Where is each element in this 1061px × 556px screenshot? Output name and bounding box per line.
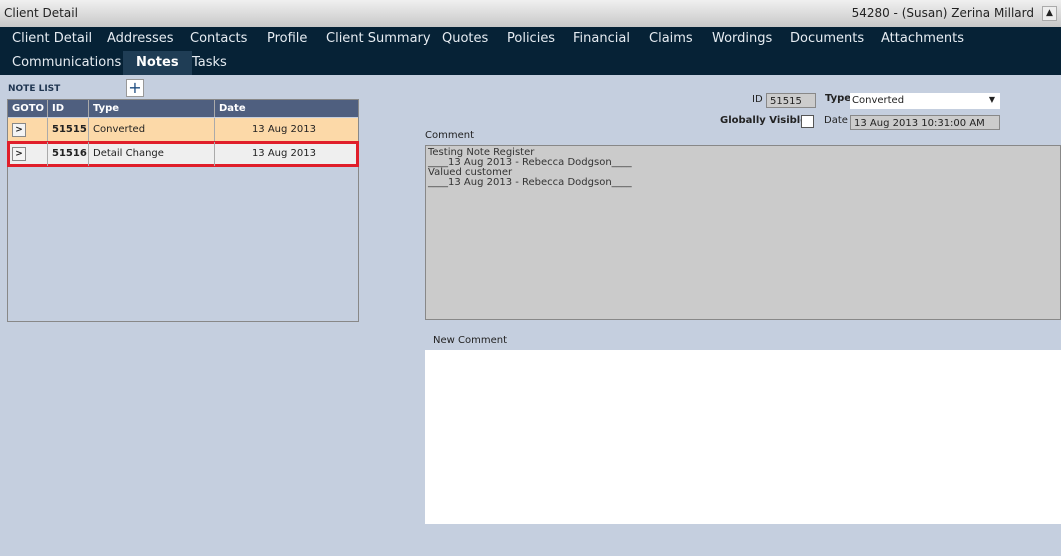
col-goto: GOTO [8,100,48,117]
note-list-label: NOTE LIST [8,84,61,94]
note-date: 13 Aug 2013 [251,148,316,159]
id-label: ID [752,94,763,105]
col-date: Date [219,103,246,114]
new-comment-input[interactable] [425,350,1061,524]
chevron-up-icon[interactable]: ▲ [1042,6,1057,21]
table-row[interactable]: > 51516 Detail Change 13 Aug 2013 [7,141,359,167]
col-id: ID [48,100,89,117]
note-type: Detail Change [89,142,215,166]
tab-quotes[interactable]: Quotes [430,27,500,51]
date-label: Date [824,115,848,126]
comment-line: ____13 Aug 2013 - Rebecca Dodgson____ [428,177,632,188]
tab-attachments[interactable]: Attachments [869,27,976,51]
window-title: Client Detail [4,6,78,20]
col-type: Type [89,100,215,117]
type-label: Type [825,93,852,104]
tab-addresses[interactable]: Addresses [95,27,186,51]
tab-documents[interactable]: Documents [778,27,876,51]
type-value: Converted [852,95,905,106]
goto-button[interactable]: > [12,147,26,161]
tab-bar: Client Detail Addresses Contacts Profile… [0,27,1061,75]
comment-area[interactable]: Testing Note Register ____13 Aug 2013 - … [425,145,1061,320]
globally-visible-checkbox[interactable] [801,115,814,128]
tab-profile[interactable]: Profile [255,27,319,51]
grid-header: GOTO ID Type Date [8,100,358,117]
type-select[interactable]: Converted ▼ [850,93,1000,109]
table-row[interactable]: > 51515 Converted 13 Aug 2013 [8,118,358,142]
note-type: Converted [89,118,215,142]
note-date: 13 Aug 2013 [251,124,316,135]
new-comment-label: New Comment [433,335,507,346]
tab-contacts[interactable]: Contacts [178,27,259,51]
add-note-button[interactable]: + [126,79,144,97]
client-name: 54280 - (Susan) Zerina Millard [851,6,1034,20]
tab-policies[interactable]: Policies [495,27,567,51]
comment-line: ____13 Aug 2013 - Rebecca Dodgson____ [428,157,632,168]
date-field: 13 Aug 2013 10:31:00 AM [850,115,1000,130]
comment-label: Comment [425,130,474,141]
chevron-down-icon: ▼ [988,95,995,104]
id-field: 51515 [766,93,816,108]
globally-visible-label: Globally Visible [720,115,808,126]
tab-client-summary[interactable]: Client Summary [314,27,443,51]
note-list-grid: GOTO ID Type Date > 51515 Converted 13 A… [7,99,359,322]
tab-financial[interactable]: Financial [561,27,642,51]
tab-wordings[interactable]: Wordings [700,27,784,51]
tab-tasks[interactable]: Tasks [180,51,239,75]
goto-button[interactable]: > [12,123,26,137]
title-bar: Client Detail 54280 - (Susan) Zerina Mil… [0,0,1061,27]
note-id: 51516 [48,142,89,166]
tab-client-detail[interactable]: Client Detail [0,27,104,51]
tab-communications[interactable]: Communications [0,51,133,75]
note-id: 51515 [48,118,89,142]
tab-claims[interactable]: Claims [637,27,705,51]
